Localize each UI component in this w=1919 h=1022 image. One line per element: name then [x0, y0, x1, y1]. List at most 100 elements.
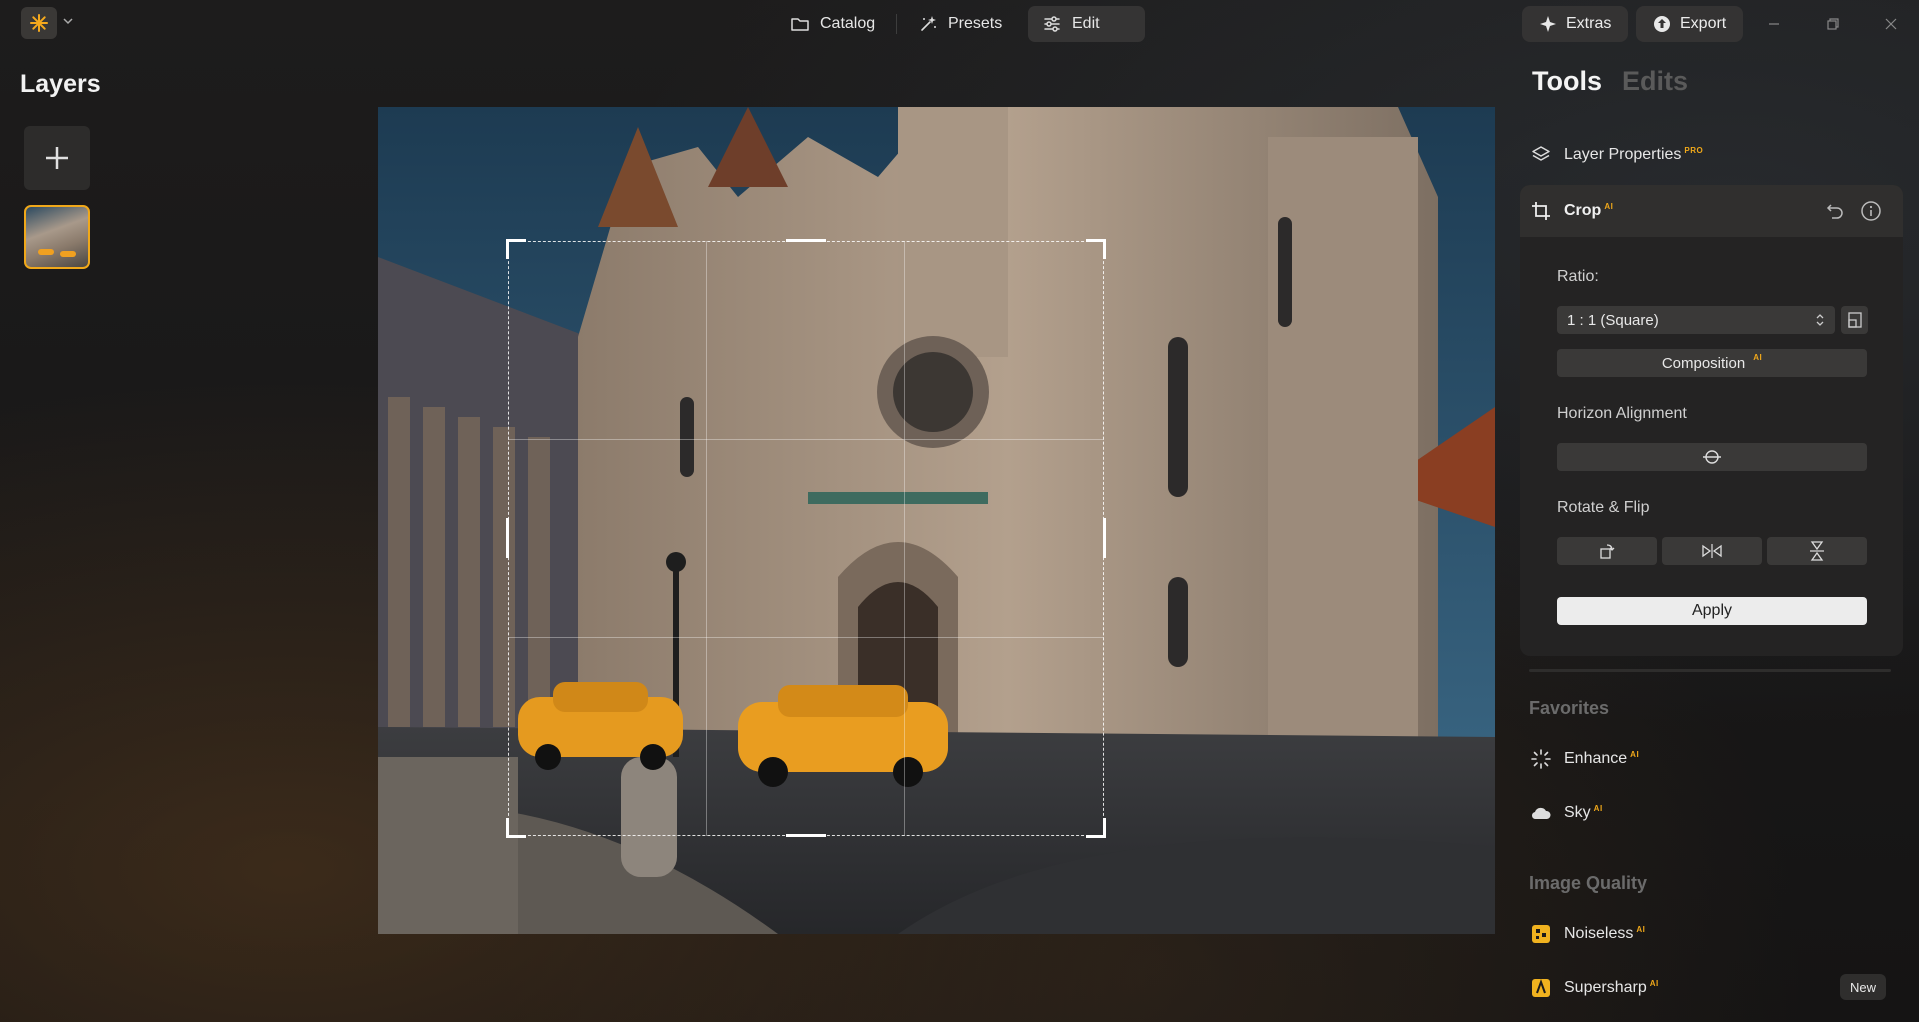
horizon-alignment-label: Horizon Alignment [1557, 405, 1687, 422]
tool-sky[interactable]: Sky AI [1530, 799, 1603, 827]
close-icon [1885, 18, 1897, 30]
crop-grid-line [508, 439, 1104, 440]
supersharp-label: Supersharp [1564, 979, 1647, 996]
cloud-icon [1531, 807, 1551, 820]
nav-catalog-label: Catalog [820, 15, 876, 32]
ai-badge: AI [1593, 804, 1603, 813]
crop-grid-line [706, 241, 707, 836]
noiseless-label: Noiseless [1564, 925, 1634, 942]
tool-noiseless[interactable]: Noiseless AI [1530, 920, 1645, 948]
swap-orientation-button[interactable] [1841, 306, 1868, 334]
crop-handle-bottom-left[interactable] [506, 818, 526, 838]
composition-label: Composition [1661, 354, 1746, 372]
export-icon [1654, 16, 1670, 32]
export-label: Export [1680, 15, 1727, 32]
new-badge: New [1840, 974, 1886, 1000]
restore-button[interactable] [1821, 12, 1845, 36]
crop-handle-left[interactable] [506, 518, 510, 558]
tool-layer-properties[interactable]: Layer Properties PRO [1530, 141, 1703, 169]
sky-label: Sky [1564, 804, 1591, 821]
crop-handle-top-left[interactable] [506, 239, 526, 259]
panel-tabs: Tools Edits [1532, 66, 1688, 97]
chevron-down-icon[interactable] [61, 14, 75, 28]
crop-handle-right[interactable] [1102, 518, 1106, 558]
close-button[interactable] [1879, 12, 1903, 36]
nav-presets-label: Presets [948, 15, 1003, 32]
crop-info-button[interactable] [1859, 199, 1883, 223]
flip-vertical-button[interactable] [1767, 537, 1867, 565]
composition-button[interactable]: Composition AI [1557, 349, 1867, 377]
crop-handle-bottom[interactable] [786, 833, 826, 837]
crop-handle-top-right[interactable] [1086, 239, 1106, 259]
chevron-updown-icon [1816, 314, 1824, 326]
extras-label: Extras [1566, 15, 1612, 32]
plus-icon [46, 147, 68, 169]
add-layer-button[interactable] [24, 126, 90, 190]
crop-title-label: Crop [1564, 202, 1602, 219]
crop-title[interactable]: Crop AI [1530, 197, 1613, 225]
flip-horizontal-button[interactable] [1662, 537, 1762, 565]
folder-icon [791, 18, 809, 31]
apply-button[interactable]: Apply [1557, 597, 1867, 625]
ratio-value: 1 : 1 (Square) [1567, 311, 1659, 329]
extras-button[interactable]: Extras [1522, 6, 1629, 42]
enhance-icon [1531, 749, 1551, 769]
ai-badge: AI [1630, 750, 1640, 759]
undo-icon [1826, 204, 1843, 219]
image-quality-title: Image Quality [1529, 873, 1648, 893]
nav-presets[interactable]: Presets [904, 6, 1016, 42]
crop-handle-top[interactable] [786, 239, 826, 243]
crop-icon [1532, 202, 1550, 220]
app-menu-button[interactable] [21, 7, 57, 39]
panel-divider [1529, 669, 1891, 672]
nav-catalog[interactable]: Catalog [776, 6, 889, 42]
restore-icon [1827, 18, 1839, 30]
pro-badge: PRO [1684, 146, 1704, 155]
sun-logo-icon [30, 14, 48, 32]
sliders-icon [1044, 16, 1060, 32]
sparkle-wand-icon [921, 16, 936, 31]
rotate-icon [1600, 544, 1615, 559]
crop-handle-bottom-right[interactable] [1086, 818, 1106, 838]
layers-title: Layers [20, 70, 101, 98]
flip-vertical-icon [1810, 541, 1824, 561]
thumb-car [38, 249, 54, 255]
crop-frame[interactable] [508, 241, 1104, 836]
info-icon [1861, 201, 1881, 221]
enhance-label: Enhance [1564, 750, 1628, 767]
layers-stack-icon [1532, 146, 1550, 161]
crop-reset-button[interactable] [1823, 199, 1847, 223]
tab-tools[interactable]: Tools [1532, 66, 1602, 97]
ai-badge: AI [1604, 202, 1614, 211]
layer-properties-label: Layer Properties [1564, 146, 1682, 163]
rotate-button[interactable] [1557, 537, 1657, 565]
horizon-icon [1703, 450, 1721, 464]
layer-thumbnail[interactable] [24, 205, 90, 269]
ratio-label: Ratio: [1557, 268, 1599, 285]
nav-divider [896, 14, 897, 34]
rotate-flip-label: Rotate & Flip [1557, 499, 1650, 516]
tab-edits[interactable]: Edits [1622, 66, 1688, 97]
crop-grid-line [508, 637, 1104, 638]
crop-grid-line [904, 241, 905, 836]
ratio-select[interactable]: 1 : 1 (Square) [1557, 306, 1835, 334]
supersharp-icon [1532, 979, 1550, 997]
flip-horizontal-icon [1702, 544, 1722, 558]
top-bar: Catalog Presets Edit Extras Export [0, 0, 1919, 48]
ai-badge: AI [1753, 352, 1763, 362]
tool-supersharp[interactable]: Supersharp AI [1530, 974, 1659, 1002]
nav-edit-label: Edit [1072, 15, 1100, 32]
nav-edit[interactable]: Edit [1028, 6, 1145, 42]
tool-enhance[interactable]: Enhance AI [1530, 745, 1639, 773]
orientation-icon [1847, 312, 1862, 328]
minimize-button[interactable] [1762, 12, 1786, 36]
favorites-title: Favorites [1529, 698, 1610, 718]
minimize-icon [1769, 23, 1779, 25]
thumb-car [60, 251, 76, 257]
noiseless-icon [1532, 925, 1550, 943]
sparkle-icon [1540, 16, 1556, 32]
ai-badge: AI [1636, 925, 1646, 934]
horizon-alignment-button[interactable] [1557, 443, 1867, 471]
export-button[interactable]: Export [1636, 6, 1744, 42]
ai-badge: AI [1649, 979, 1659, 988]
